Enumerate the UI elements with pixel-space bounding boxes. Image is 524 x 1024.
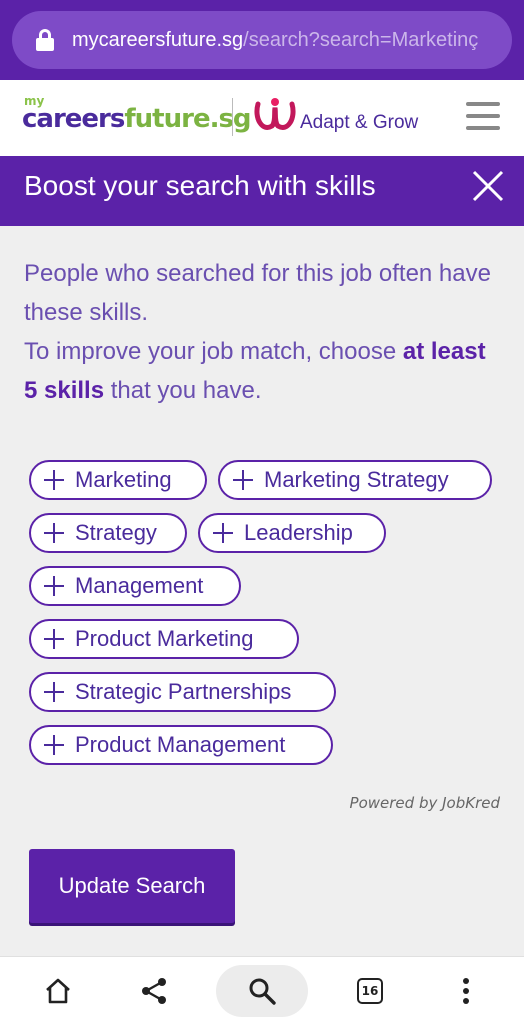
skill-chip-product-marketing[interactable]: Product Marketing <box>29 619 299 659</box>
skill-chip-management[interactable]: Management <box>29 566 241 606</box>
tabs-icon[interactable]: 16 <box>346 967 394 1015</box>
close-icon[interactable] <box>470 168 506 204</box>
site-header: my careersfuture.sg Adapt & Grow <box>0 80 524 156</box>
browser-bottom-bar: 16 <box>0 956 524 1024</box>
skill-chip-marketing-strategy[interactable]: Marketing Strategy <box>218 460 492 500</box>
plus-icon <box>43 522 65 544</box>
home-icon[interactable] <box>34 967 82 1015</box>
plus-icon <box>43 681 65 703</box>
intro-line-2: To improve your job match, choose at lea… <box>24 338 486 404</box>
url-text[interactable]: mycareersfuture.sg/search?search=Marketi… <box>72 29 478 52</box>
skill-chip-leadership[interactable]: Leadership <box>198 513 386 553</box>
browser-toolbar: mycareersfuture.sg/search?search=Marketi… <box>0 0 524 80</box>
header-divider <box>232 98 233 136</box>
skill-chip-marketing[interactable]: Marketing <box>29 460 207 500</box>
adapt-grow-logo-icon <box>254 98 296 130</box>
skill-chip-product-management[interactable]: Product Management <box>29 725 333 765</box>
address-bar[interactable]: mycareersfuture.sg/search?search=Marketi… <box>12 11 512 69</box>
search-icon[interactable] <box>238 967 286 1015</box>
skill-chip-strategy[interactable]: Strategy <box>29 513 187 553</box>
plus-icon <box>232 469 254 491</box>
mycareersfuture-logo[interactable]: my careersfuture.sg <box>22 94 252 144</box>
plus-icon <box>43 469 65 491</box>
more-options-icon[interactable] <box>442 967 490 1015</box>
adapt-grow-text: Adapt & Grow <box>300 112 419 133</box>
hamburger-menu-icon[interactable] <box>466 102 502 132</box>
powered-by-text: Powered by JobKred <box>349 794 500 812</box>
intro-line-1: People who searched for this job often h… <box>24 260 491 326</box>
plus-icon <box>43 575 65 597</box>
intro-text: People who searched for this job often h… <box>24 254 504 410</box>
lock-icon <box>36 29 54 51</box>
skills-banner: Boost your search with skills <box>0 156 524 226</box>
banner-title: Boost your search with skills <box>24 170 376 201</box>
update-search-button[interactable]: Update Search <box>29 849 235 923</box>
plus-icon <box>43 628 65 650</box>
plus-icon <box>212 522 234 544</box>
skill-chip-strategic-partnerships[interactable]: Strategic Partnerships <box>29 672 336 712</box>
share-icon[interactable] <box>130 967 178 1015</box>
plus-icon <box>43 734 65 756</box>
